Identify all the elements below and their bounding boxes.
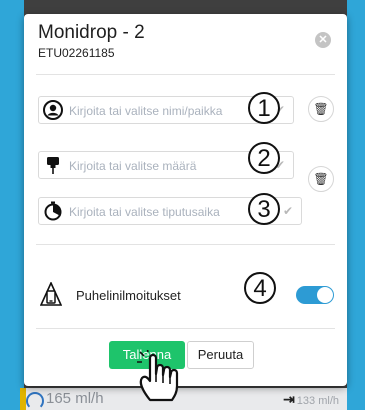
callout-2: 2	[248, 142, 280, 174]
delete-name-button[interactable]: 🗑	[308, 96, 334, 122]
divider	[36, 244, 335, 245]
delete-dosage-button[interactable]: 🗑	[308, 166, 334, 192]
check-icon: ✔	[282, 204, 293, 218]
close-icon[interactable]: ✕	[315, 32, 331, 48]
target-rate: 133 ml/h	[296, 395, 339, 407]
callout-3: 3	[248, 193, 280, 225]
background-left-panel	[0, 0, 24, 410]
trash-icon: 🗑	[313, 102, 329, 116]
dialog-title: Monidrop - 2	[38, 22, 145, 43]
phone-icon	[40, 282, 62, 306]
gauge-icon	[26, 392, 44, 410]
flow-rate: 165 ml/h	[46, 390, 104, 407]
edit-dialog: Monidrop - 2 ETU02261185 ✕ Kirjoita tai …	[24, 14, 347, 402]
divider	[36, 74, 335, 75]
person-icon	[43, 100, 63, 120]
trash-icon: 🗑	[313, 172, 329, 186]
timer-icon	[44, 201, 62, 221]
divider	[36, 328, 335, 329]
arrow-to-line-icon: ⇥	[283, 391, 295, 407]
background-right-panel	[347, 0, 365, 410]
iv-bag-icon	[47, 157, 59, 174]
cancel-button[interactable]: Peruuta	[187, 341, 254, 369]
notifications-label: Puhelinilmoitukset	[76, 288, 181, 303]
notifications-toggle[interactable]	[296, 286, 334, 304]
drip-rate-placeholder: Kirjoita tai valitse tiputusaika	[69, 205, 220, 219]
toggle-knob	[317, 287, 333, 303]
callout-1: 1	[248, 92, 280, 124]
callout-4: 4	[244, 272, 276, 304]
dialog-subtitle: ETU02261185	[38, 46, 115, 60]
target-rate-group: ⇥ 133 ml/h	[283, 391, 339, 408]
pointer-hand-icon	[137, 350, 179, 402]
